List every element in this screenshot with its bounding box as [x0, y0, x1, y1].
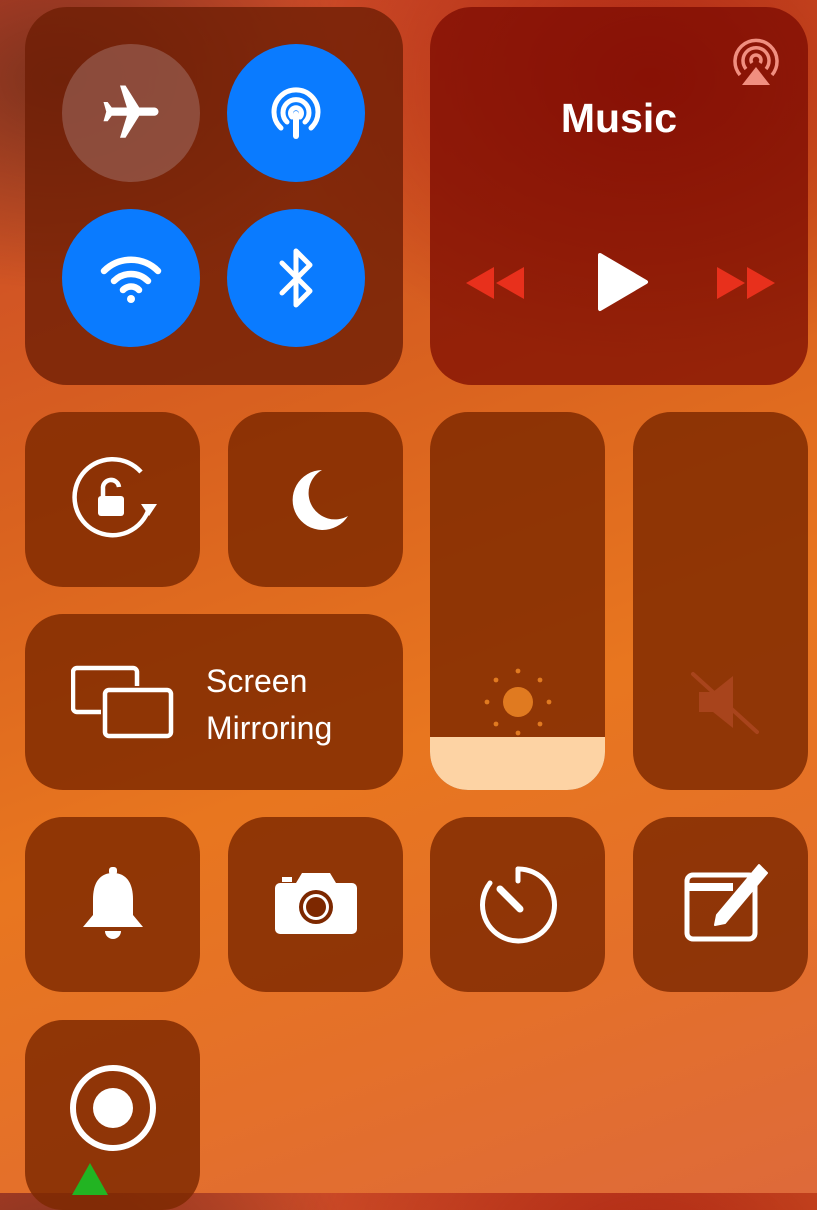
sun-icon [484, 668, 552, 736]
wifi-button[interactable] [62, 209, 200, 347]
camera-button[interactable] [228, 817, 403, 992]
bluetooth-button[interactable] [227, 209, 365, 347]
screen-mirroring-icon [71, 665, 174, 739]
screen-mirroring-button[interactable]: Screen Mirroring [25, 614, 403, 790]
rewind-icon[interactable] [464, 263, 526, 303]
brightness-slider[interactable] [430, 412, 605, 790]
airplane-mode-button[interactable] [62, 44, 200, 182]
orientation-lock-icon [72, 456, 157, 538]
moon-icon [292, 470, 348, 530]
airdrop-icon [271, 87, 321, 139]
volume-slider[interactable] [633, 412, 808, 790]
airdrop-button[interactable] [227, 44, 365, 182]
notes-button[interactable] [633, 817, 808, 992]
connectivity-panel[interactable] [25, 7, 403, 385]
timer-icon [480, 866, 557, 944]
wifi-icon [100, 256, 162, 303]
screen-mirroring-label-line1: Screen [206, 663, 308, 699]
music-panel[interactable]: Music [430, 7, 808, 385]
screen-mirroring-label-line2: Mirroring [206, 710, 333, 746]
fast-forward-icon[interactable] [715, 263, 777, 303]
timer-button[interactable] [430, 817, 605, 992]
play-icon[interactable] [594, 251, 650, 313]
record-icon [70, 1065, 156, 1151]
bell-icon [83, 867, 143, 939]
alarm-button[interactable] [25, 817, 200, 992]
brightness-level-fill [430, 737, 605, 790]
airplay-audio-icon[interactable] [728, 35, 784, 91]
pointer-marker [72, 1163, 108, 1195]
do-not-disturb-button[interactable] [228, 412, 403, 587]
airplane-icon [103, 85, 159, 138]
bluetooth-icon [279, 248, 313, 308]
screen-recording-button[interactable] [25, 1020, 200, 1210]
screen-mirroring-label: Screen Mirroring [206, 658, 332, 752]
notes-icon [684, 864, 768, 942]
orientation-lock-button[interactable] [25, 412, 200, 587]
speaker-muted-icon [691, 672, 759, 734]
music-title: Music [560, 95, 678, 141]
camera-icon [275, 873, 357, 934]
